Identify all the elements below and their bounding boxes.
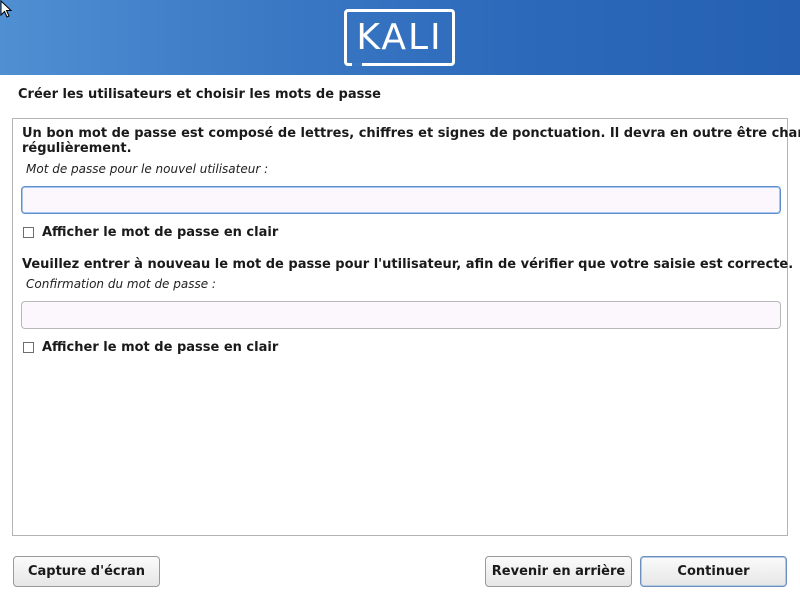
show-password-checkbox-row-1[interactable]: Afficher le mot de passe en clair: [23, 224, 278, 240]
page-title: Créer les utilisateurs et choisir les mo…: [18, 87, 381, 102]
mouse-cursor-icon: [0, 0, 12, 18]
password-input[interactable]: [21, 186, 781, 214]
continue-button[interactable]: Continuer: [640, 556, 787, 587]
kali-header-banner: KALI: [0, 0, 800, 75]
show-password-checkbox-row-2[interactable]: Afficher le mot de passe en clair: [23, 339, 278, 355]
form-panel: Un bon mot de passe est composé de lettr…: [12, 118, 800, 536]
kali-logo: KALI: [344, 9, 455, 66]
logo-notch: [352, 63, 362, 66]
confirm-intro-text: Veuillez entrer à nouveau le mot de pass…: [22, 257, 794, 272]
confirm-field-label: Confirmation du mot de passe :: [26, 277, 216, 291]
password-field-label: Mot de passe pour le nouvel utilisateur …: [26, 162, 269, 176]
screenshot-button[interactable]: Capture d'écran: [13, 556, 160, 587]
confirm-password-input[interactable]: [21, 301, 781, 329]
password-intro-line1: Un bon mot de passe est composé de lettr…: [22, 126, 800, 141]
show-password-checkbox-1[interactable]: [23, 226, 34, 238]
back-button[interactable]: Revenir en arrière: [485, 556, 632, 587]
show-password-checkbox-2[interactable]: [23, 341, 34, 353]
password-intro-line2: régulièrement.: [22, 141, 132, 156]
kali-logo-text: KALI: [356, 16, 443, 58]
show-password-label-2: Afficher le mot de passe en clair: [42, 339, 279, 355]
show-password-label-1: Afficher le mot de passe en clair: [42, 224, 279, 240]
